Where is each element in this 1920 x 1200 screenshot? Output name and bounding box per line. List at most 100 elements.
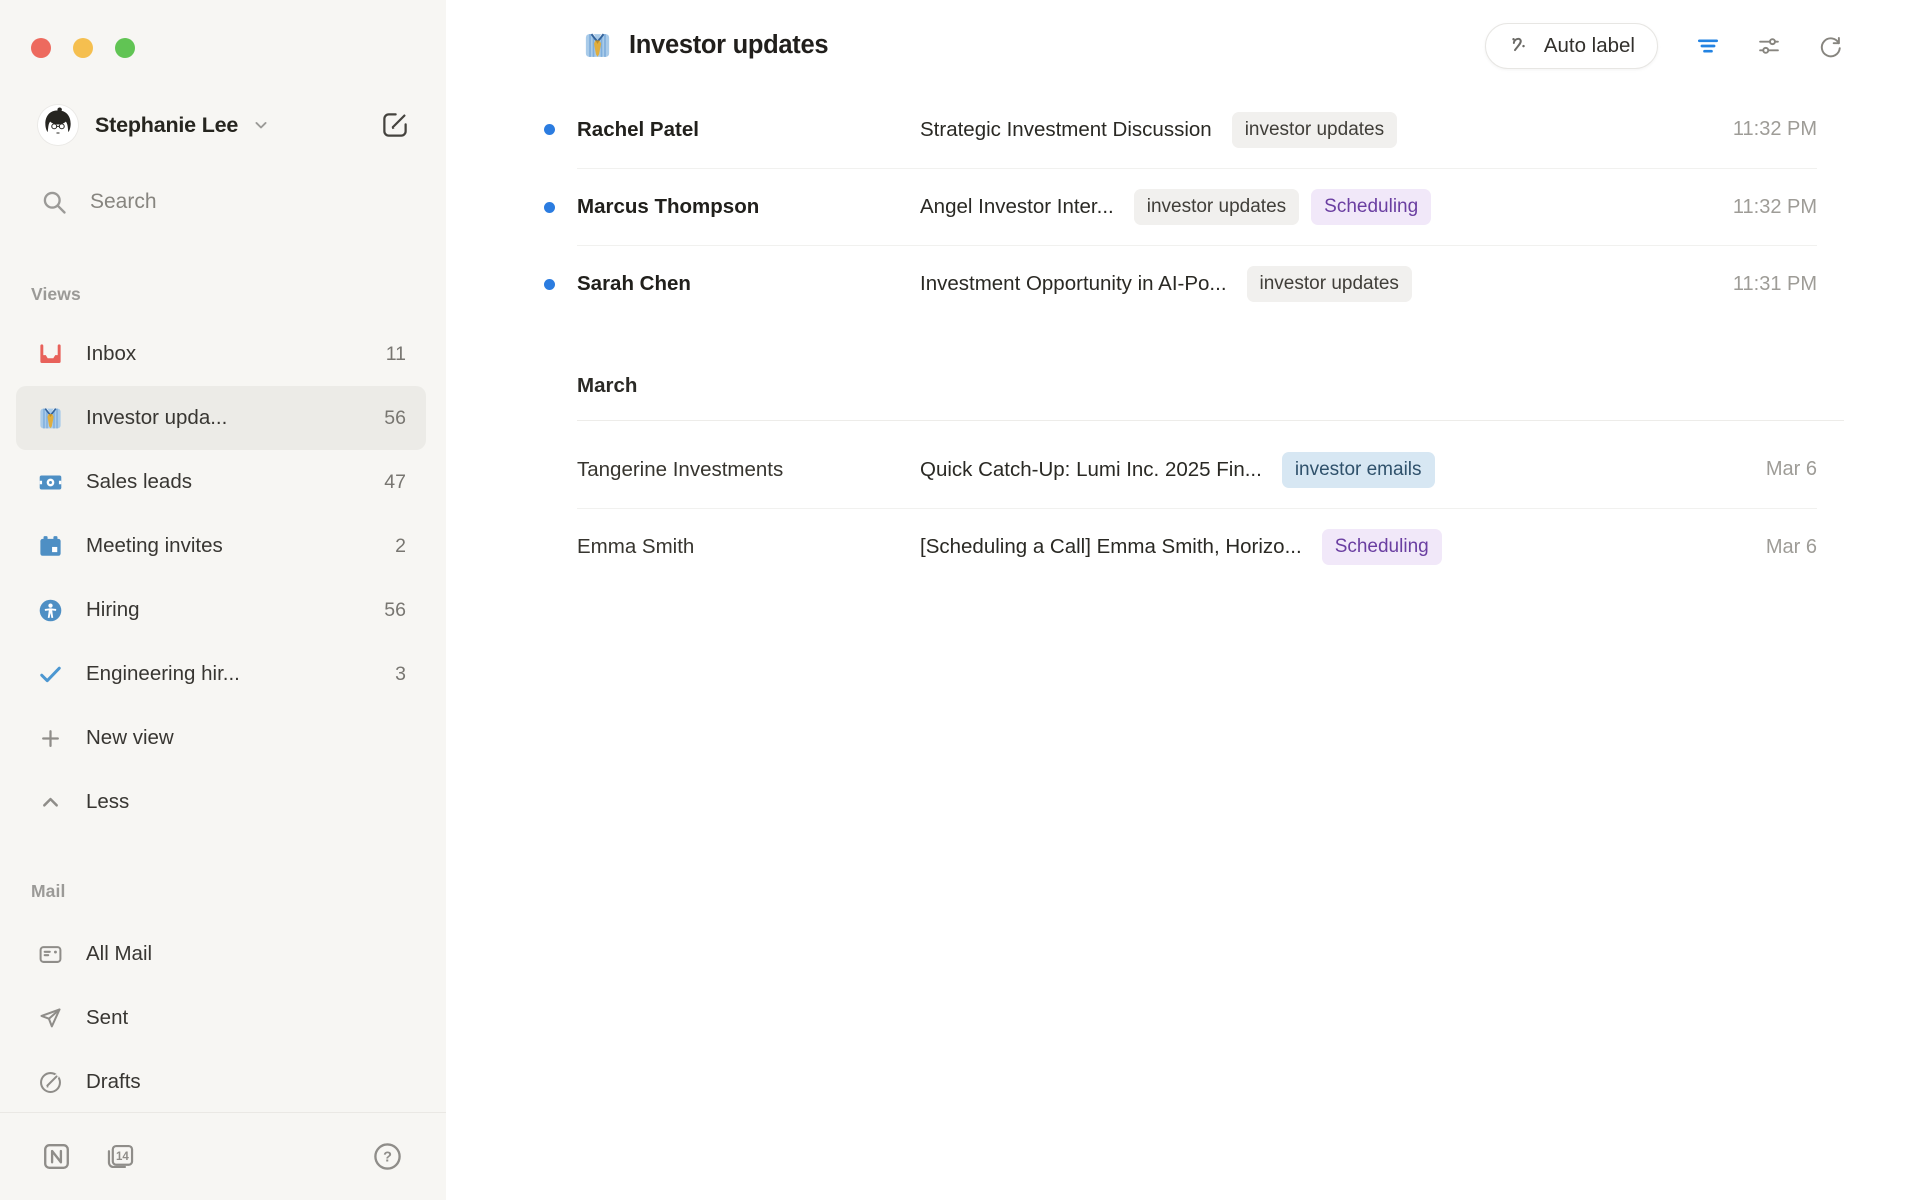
sidebar-nav-item[interactable]: Sales leads 47 [16,450,426,514]
email-subject: Investment Opportunity in AI-Po... [920,272,1227,296]
refresh-icon [1817,33,1843,59]
email-sender: Tangerine Investments [577,458,920,482]
window-controls [31,38,135,58]
calendar-icon [37,533,64,560]
email-time: Mar 6 [1746,536,1817,559]
sidebar-nav-item[interactable]: Hiring 56 [16,578,426,642]
email-tags: Scheduling [1322,529,1442,565]
sidebar-nav-item[interactable]: Less [16,770,426,834]
unread-indicator [544,202,555,213]
search-placeholder: Search [90,190,157,214]
section-divider [577,420,1844,421]
unread-indicator [544,279,555,290]
tag-investor-updates[interactable]: investor updates [1247,266,1412,302]
nav-item-label: Drafts [86,1070,141,1094]
close-window-button[interactable] [31,38,51,58]
email-subject: Angel Investor Inter... [920,195,1114,219]
zoom-window-button[interactable] [115,38,135,58]
email-row[interactable]: Sarah Chen Investment Opportunity in AI-… [577,245,1817,322]
email-tags: investor emails [1282,452,1435,488]
email-tags: investor updates Scheduling [1134,189,1431,225]
minimize-window-button[interactable] [73,38,93,58]
sidebar-nav-item[interactable]: All Mail [16,922,426,986]
tag-investor-updates[interactable]: investor updates [1232,112,1397,148]
tag-scheduling[interactable]: Scheduling [1311,189,1431,225]
sliders-icon [1756,33,1782,59]
nav-item-label: New view [86,726,174,750]
sidebar-nav-item[interactable]: Drafts [16,1050,426,1114]
svg-text:14: 14 [116,1151,129,1163]
tag-investor-emails[interactable]: investor emails [1282,452,1435,488]
nav-item-label: Engineering hir... [86,662,240,686]
tag-investor-updates[interactable]: investor updates [1134,189,1299,225]
email-sender: Marcus Thompson [577,195,920,219]
nav-item-count: 2 [395,535,406,558]
refresh-button[interactable] [1810,26,1850,66]
sidebar-nav-item[interactable]: Inbox 11 [16,322,426,386]
sidebar-nav-item[interactable]: Sent [16,986,426,1050]
email-tags: investor updates [1232,112,1397,148]
nav-item-label: Less [86,790,129,814]
auto-label-text: Auto label [1544,34,1635,58]
inbox-icon [37,341,64,368]
chevron-up-icon [37,789,64,816]
sidebar-nav-item[interactable]: Investor upda... 56 [16,386,426,450]
all-mail-icon [37,941,64,968]
sidebar-nav-item[interactable]: New view [16,706,426,770]
check-icon [37,661,64,688]
search-icon [40,188,68,216]
email-subject: Strategic Investment Discussion [920,118,1212,142]
banknote-icon [37,469,64,496]
nav-item-count: 3 [395,663,406,686]
nav-item-label: All Mail [86,942,152,966]
views-nav: Inbox 11 Investor upda... 56 Sales leads… [16,322,426,834]
drafts-icon [37,1069,64,1096]
email-row[interactable]: Tangerine Investments Quick Catch-Up: Lu… [577,431,1817,508]
avatar [38,105,78,145]
display-settings-button[interactable] [1749,26,1789,66]
email-subject: [Scheduling a Call] Emma Smith, Horizo..… [920,535,1302,559]
account-name: Stephanie Lee [95,113,238,138]
account-switcher[interactable]: Stephanie Lee [38,104,416,146]
filter-icon [1695,33,1721,59]
plus-icon [37,725,64,752]
help-icon[interactable]: ? [371,1140,404,1173]
header-actions: Auto label [1485,23,1850,69]
nav-item-label: Inbox [86,342,136,366]
email-sender: Rachel Patel [577,118,920,142]
sidebar-nav-item[interactable]: Engineering hir... 3 [16,642,426,706]
necktie-icon [37,405,64,432]
auto-label-button[interactable]: Auto label [1485,23,1658,69]
page-title: Investor updates [629,31,828,60]
nav-item-label: Sent [86,1006,128,1030]
compose-button[interactable] [380,110,410,140]
email-row[interactable]: Emma Smith [Scheduling a Call] Emma Smit… [577,508,1817,585]
sidebar-nav-item[interactable]: Meeting invites 2 [16,514,426,578]
email-sender: Sarah Chen [577,272,920,296]
recent-emails: Rachel Patel Strategic Investment Discus… [577,91,1817,322]
email-subject: Quick Catch-Up: Lumi Inc. 2025 Fin... [920,458,1262,482]
calendar-app-icon[interactable]: 14 [104,1140,137,1173]
nav-item-label: Investor upda... [86,406,227,430]
nav-item-label: Hiring [86,598,140,622]
filter-button[interactable] [1688,26,1728,66]
nav-item-count: 56 [384,599,406,622]
date-group-header: March [577,374,1817,398]
svg-text:?: ? [383,1149,392,1165]
notion-app-icon[interactable] [40,1140,73,1173]
email-time: 11:32 PM [1713,118,1817,141]
nav-item-count: 11 [386,343,406,366]
email-row[interactable]: Marcus Thompson Angel Investor Inter... … [577,168,1817,245]
email-row[interactable]: Rachel Patel Strategic Investment Discus… [577,91,1817,168]
email-sender: Emma Smith [577,535,920,559]
email-list: Rachel Patel Strategic Investment Discus… [446,91,1920,585]
view-header: Investor updates Auto label [446,0,1920,91]
search-input[interactable]: Search [40,188,157,216]
march-section: March Tangerine Investments Quick Catch-… [577,374,1817,585]
email-time: Mar 6 [1746,458,1817,481]
mail-nav: All Mail Sent Drafts [16,922,426,1114]
hiring-icon [37,597,64,624]
march-emails: Tangerine Investments Quick Catch-Up: Lu… [577,431,1817,585]
tag-scheduling[interactable]: Scheduling [1322,529,1442,565]
nav-item-count: 47 [384,471,406,494]
